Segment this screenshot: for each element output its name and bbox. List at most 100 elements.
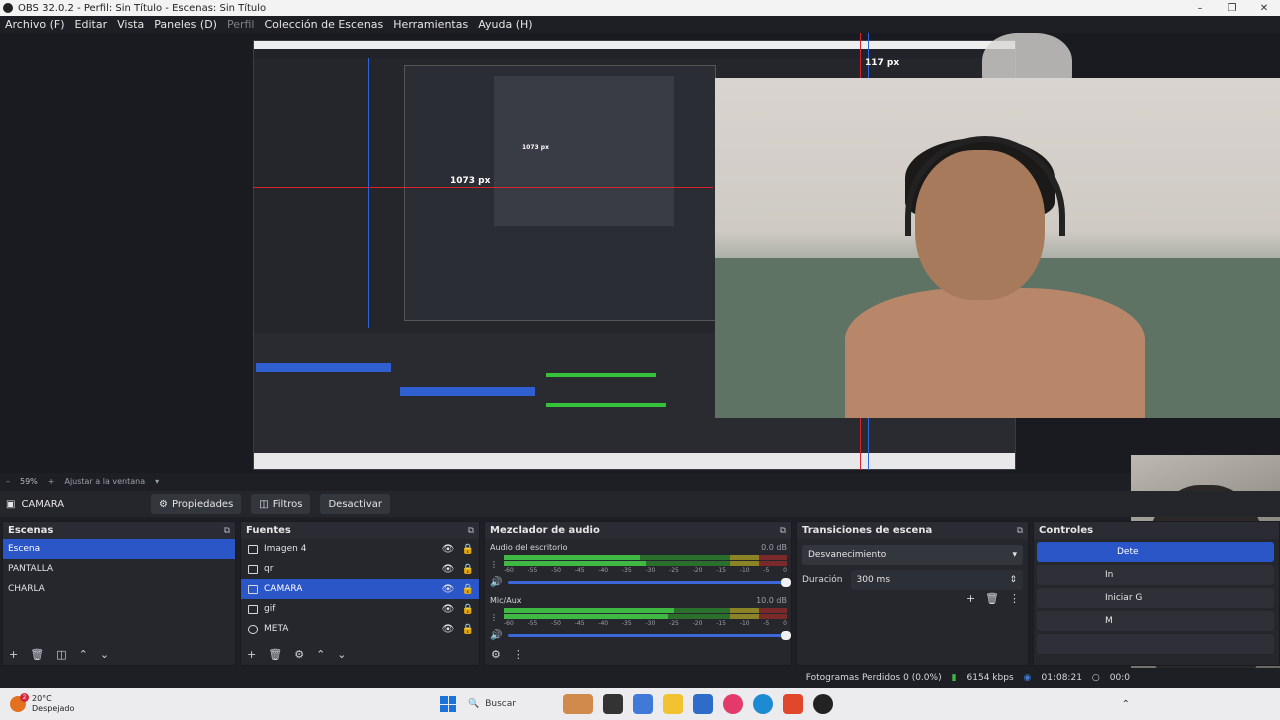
- system-tray-chevron-icon[interactable]: ⌃: [1122, 699, 1130, 710]
- source-item[interactable]: qr 👁 🔒: [241, 559, 479, 579]
- settings-button[interactable]: [1037, 634, 1274, 654]
- image-icon: [248, 564, 258, 574]
- filters-button[interactable]: ◫ Filtros: [251, 494, 311, 514]
- stepper-icon[interactable]: ⇕: [1009, 575, 1017, 585]
- mixer-channel-desktop: Audio del escritorio 0.0 dB ⋮ -60 -55 -50-…: [485, 539, 791, 588]
- brave-icon[interactable]: [783, 694, 803, 714]
- studio-mode-button[interactable]: M: [1037, 611, 1274, 631]
- guide-line-horizontal: [253, 187, 713, 188]
- zoom-out-button[interactable]: –: [6, 477, 10, 486]
- minimize-button[interactable]: –: [1184, 3, 1216, 14]
- zoom-fit-dropdown[interactable]: Ajustar a la ventana: [64, 477, 145, 486]
- source-item[interactable]: META 👁 🔒: [241, 619, 479, 639]
- source-item[interactable]: gif 👁 🔒: [241, 599, 479, 619]
- eye-icon[interactable]: 👁: [441, 624, 455, 635]
- scene-filters-icon[interactable]: ◫: [56, 648, 66, 661]
- widget-icon[interactable]: [563, 694, 593, 714]
- folder-icon[interactable]: [663, 694, 683, 714]
- menu-ayuda[interactable]: Ayuda (H): [473, 18, 537, 31]
- start-recording-button[interactable]: In: [1037, 565, 1274, 585]
- weather-condition: Despejado: [32, 704, 75, 713]
- transition-select[interactable]: Desvanecimiento ▾: [802, 545, 1023, 565]
- trash-icon[interactable]: 🗑: [268, 648, 282, 661]
- chevron-down-icon[interactable]: ⌄: [100, 648, 109, 661]
- trash-icon[interactable]: 🗑: [30, 648, 44, 661]
- menu-archivo[interactable]: Archivo (F): [0, 18, 70, 31]
- gear-icon[interactable]: ⚙: [294, 648, 304, 661]
- add-source-icon[interactable]: +: [247, 648, 256, 661]
- kebab-menu-icon[interactable]: ⋮: [490, 560, 498, 569]
- signal-icon: ▮: [951, 673, 957, 683]
- properties-button[interactable]: ⚙ Propiedades: [151, 494, 242, 514]
- obs-taskbar-icon[interactable]: [813, 694, 833, 714]
- weather-widget[interactable]: 2 20°C Despejado: [0, 693, 430, 714]
- scene-item[interactable]: CHARLA: [3, 579, 235, 599]
- undock-icon[interactable]: ⧉: [468, 526, 474, 536]
- add-scene-icon[interactable]: +: [9, 648, 18, 661]
- undock-icon[interactable]: ⧉: [780, 526, 786, 536]
- store-icon[interactable]: [693, 694, 713, 714]
- source-context-bar: ▣ CAMARA ⚙ Propiedades ◫ Filtros Desacti…: [0, 491, 1280, 517]
- undock-icon[interactable]: ⧉: [1017, 526, 1023, 536]
- chevron-up-icon[interactable]: ⌃: [316, 648, 325, 661]
- program-preview[interactable]: 1073 px 117 px 1073 px: [0, 33, 1280, 473]
- measure-label-inner: 1073 px: [522, 144, 549, 151]
- maximize-button[interactable]: ❐: [1216, 3, 1248, 14]
- kebab-menu-icon[interactable]: ⋮: [1009, 592, 1020, 605]
- volume-slider[interactable]: [508, 631, 791, 640]
- eye-icon[interactable]: 👁: [441, 604, 455, 615]
- eye-icon[interactable]: 👁: [441, 584, 455, 595]
- chevron-down-icon: ▾: [1012, 550, 1017, 560]
- mixer-header: Mezclador de audio ⧉: [485, 522, 791, 539]
- stop-streaming-button[interactable]: Dete: [1037, 542, 1274, 562]
- lock-icon[interactable]: 🔒: [461, 564, 475, 575]
- sources-header: Fuentes ⧉: [241, 522, 479, 539]
- windows-start-icon[interactable]: [440, 696, 456, 712]
- edge-icon[interactable]: [753, 694, 773, 714]
- menu-perfil[interactable]: Perfil: [222, 18, 260, 31]
- zoom-in-button[interactable]: +: [48, 477, 55, 486]
- guide-line-vertical: [368, 58, 369, 328]
- lock-icon[interactable]: 🔒: [461, 604, 475, 615]
- camera-icon: ▣: [6, 498, 16, 510]
- copilot-icon[interactable]: [633, 694, 653, 714]
- chevron-up-icon[interactable]: ⌃: [79, 648, 88, 661]
- image-icon: [248, 544, 258, 554]
- controls-header: Controles: [1034, 522, 1279, 539]
- taskbar-search[interactable]: 🔍 Buscar: [468, 693, 558, 715]
- undock-icon[interactable]: ⧉: [224, 526, 230, 536]
- add-transition-icon[interactable]: +: [966, 592, 975, 605]
- duration-input[interactable]: 300 ms ⇕: [850, 570, 1023, 590]
- menu-herramientas[interactable]: Herramientas: [388, 18, 473, 31]
- menu-vista[interactable]: Vista: [112, 18, 149, 31]
- menu-editar[interactable]: Editar: [70, 18, 113, 31]
- kebab-menu-icon[interactable]: ⋮: [490, 613, 498, 622]
- kebab-menu-icon[interactable]: ⋮: [513, 648, 524, 661]
- speaker-icon[interactable]: 🔊: [490, 577, 502, 588]
- scene-item[interactable]: PANTALLA: [3, 559, 235, 579]
- source-item[interactable]: Imagen 4 👁 🔒: [241, 539, 479, 559]
- deactivate-button[interactable]: Desactivar: [320, 494, 391, 514]
- eye-icon[interactable]: 👁: [441, 564, 455, 575]
- source-item[interactable]: CAMARA 👁 🔒: [241, 579, 479, 599]
- lock-icon[interactable]: 🔒: [461, 624, 475, 635]
- stream-icon: ◉: [1023, 673, 1032, 683]
- volume-slider[interactable]: [508, 578, 791, 587]
- speaker-icon[interactable]: 🔊: [490, 630, 502, 641]
- eye-icon[interactable]: 👁: [441, 544, 455, 555]
- terminal-icon[interactable]: [603, 694, 623, 714]
- start-replay-button[interactable]: Iniciar G: [1037, 588, 1274, 608]
- lock-icon[interactable]: 🔒: [461, 544, 475, 555]
- menu-coleccion-escenas[interactable]: Colección de Escenas: [260, 18, 389, 31]
- chevron-down-icon[interactable]: ▾: [155, 477, 159, 486]
- lock-icon[interactable]: 🔒: [461, 584, 475, 595]
- window-titlebar: OBS 32.0.2 - Perfil: Sin Título - Escena…: [0, 0, 1280, 16]
- advanced-audio-icon[interactable]: ⚙: [491, 648, 501, 661]
- close-button[interactable]: ✕: [1248, 3, 1280, 14]
- chevron-down-icon[interactable]: ⌄: [337, 648, 346, 661]
- scene-item[interactable]: Escena: [3, 539, 235, 559]
- sources-toolbar: + 🗑 ⚙ ⌃ ⌄: [241, 645, 347, 663]
- trash-icon[interactable]: 🗑: [985, 592, 999, 605]
- instagram-icon[interactable]: [723, 694, 743, 714]
- menu-paneles[interactable]: Paneles (D): [149, 18, 222, 31]
